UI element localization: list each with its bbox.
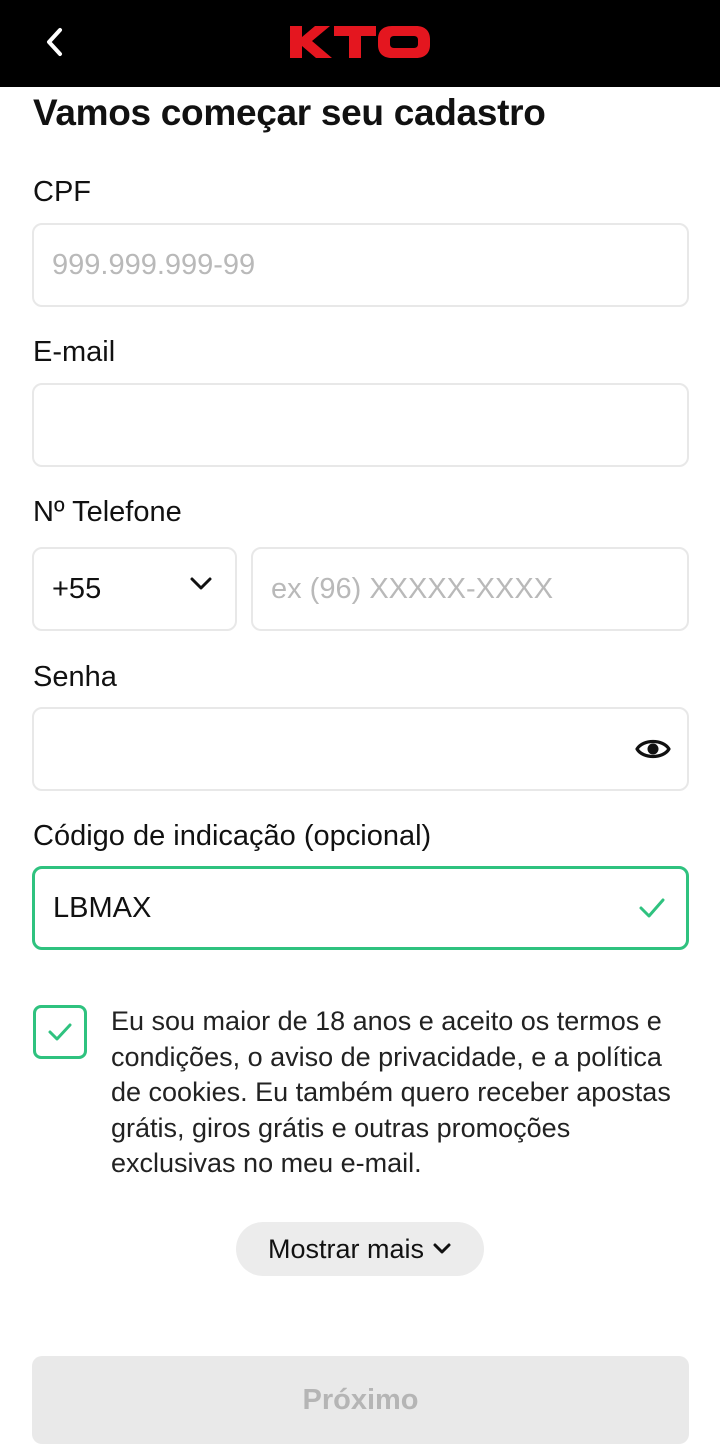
back-button[interactable] — [34, 22, 74, 62]
top-bar — [0, 0, 720, 87]
password-field[interactable] — [32, 707, 689, 791]
cpf-input[interactable] — [52, 225, 652, 305]
chevron-down-icon — [190, 577, 212, 590]
chevron-left-icon — [47, 28, 62, 56]
chevron-down-icon — [433, 1243, 451, 1254]
show-more-button[interactable]: Mostrar mais — [236, 1222, 484, 1276]
phone-input[interactable] — [271, 549, 671, 629]
email-input[interactable] — [52, 385, 652, 465]
referral-field[interactable] — [32, 866, 689, 950]
email-field[interactable] — [32, 383, 689, 467]
phone-label: Nº Telefone — [33, 496, 182, 528]
password-label: Senha — [33, 661, 117, 693]
eye-icon[interactable] — [635, 733, 671, 765]
country-code-select[interactable]: +55 — [32, 547, 237, 631]
consent-checkbox[interactable] — [33, 1005, 87, 1059]
password-input[interactable] — [52, 709, 612, 789]
phone-field[interactable] — [251, 547, 689, 631]
kto-logo — [290, 26, 430, 58]
cpf-label: CPF — [33, 176, 91, 208]
referral-label: Código de indicação (opcional) — [33, 820, 432, 852]
show-more-label: Mostrar mais — [267, 1233, 424, 1264]
consent-text: Eu sou maior de 18 anos e aceito os term… — [111, 1006, 671, 1178]
country-code-value: +55 — [52, 572, 102, 605]
next-button[interactable]: Próximo — [32, 1356, 689, 1444]
checkmark-icon — [48, 1023, 72, 1041]
check-icon — [639, 898, 665, 918]
page-title: Vamos começar seu cadastro — [33, 92, 546, 133]
referral-input[interactable] — [53, 869, 613, 947]
email-label: E-mail — [33, 336, 116, 368]
cpf-field[interactable] — [32, 223, 689, 307]
next-label: Próximo — [302, 1383, 419, 1416]
